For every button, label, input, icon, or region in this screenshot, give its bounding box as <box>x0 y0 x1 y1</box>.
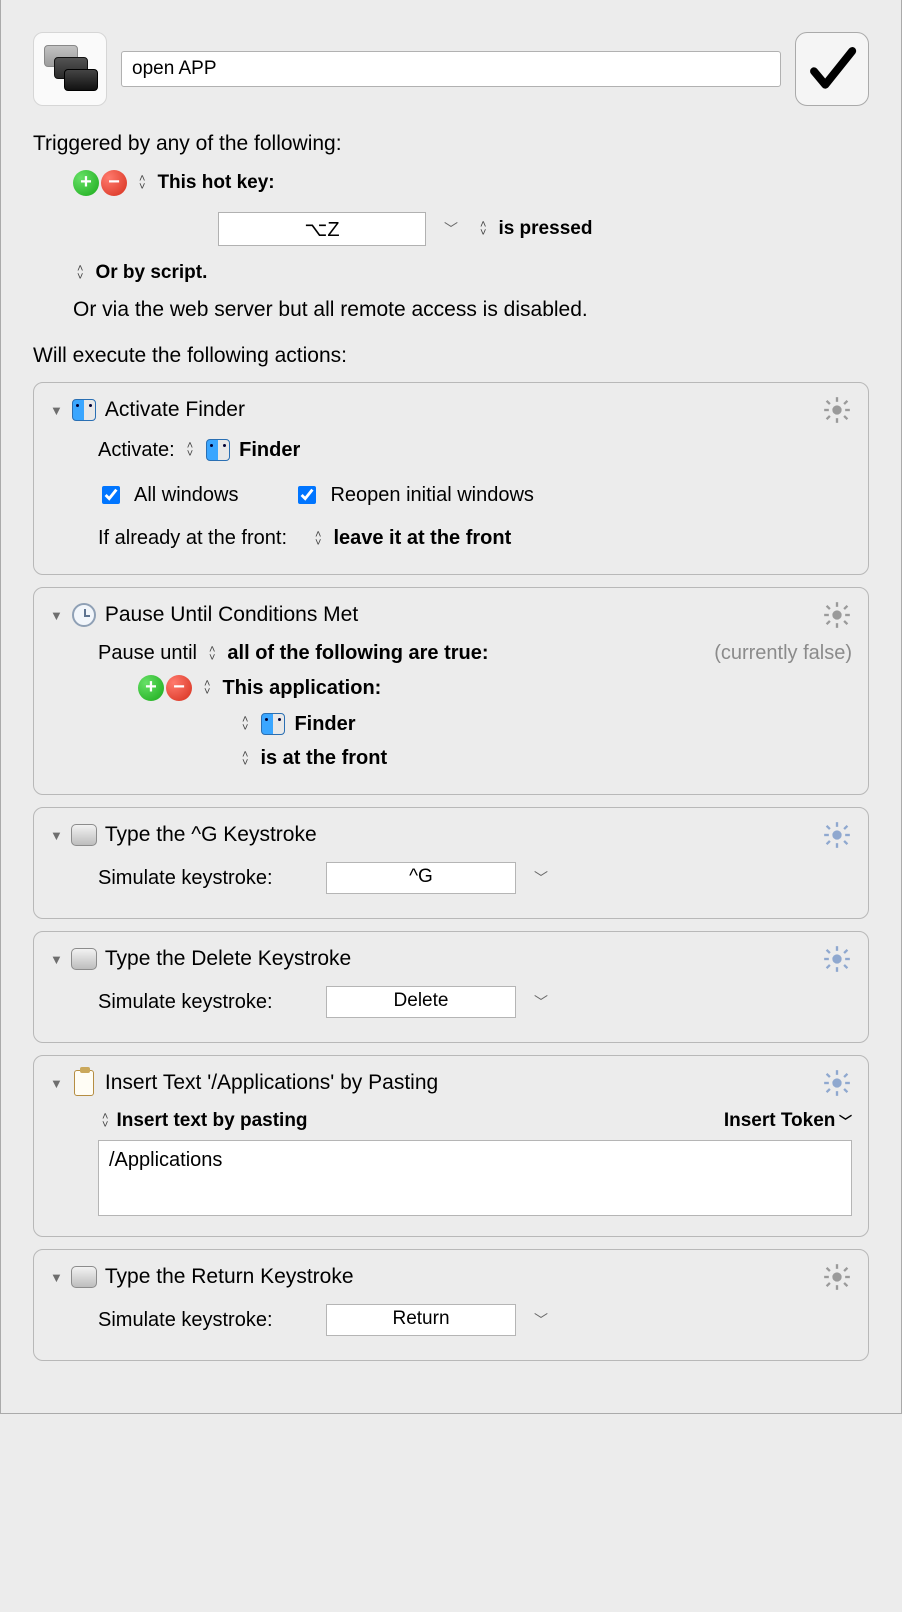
action-title: Type the Return Keystroke <box>105 1265 354 1289</box>
trigger-hotkey-label: This hot key: <box>157 172 274 194</box>
or-web-label: Or via the web server but all remote acc… <box>73 298 869 322</box>
action-title: Activate Finder <box>105 398 245 422</box>
gear-icon <box>823 945 851 973</box>
reopen-windows-label: Reopen initial windows <box>330 484 533 507</box>
activate-app-stepper[interactable]: ˄˅ <box>187 442 193 458</box>
actions-heading: Will execute the following actions: <box>33 344 869 368</box>
disclosure-triangle-icon[interactable]: ▼ <box>50 828 63 843</box>
action-settings-button[interactable] <box>822 1068 852 1098</box>
keystroke-more-button[interactable]: ﹀ <box>534 1310 548 1330</box>
action-activate-finder[interactable]: ▼ Activate Finder Activate: ˄˅ Finder <box>33 382 869 575</box>
clipboard-icon <box>71 1070 97 1096</box>
action-type-ctrl-g[interactable]: ▼ Type the ^G Keystroke Simulate keystro… <box>33 807 869 919</box>
condition-state-stepper[interactable]: ˄˅ <box>242 751 248 767</box>
macro-editor-window: Triggered by any of the following: + − ˄… <box>0 0 902 1414</box>
keystroke-field[interactable]: ^G <box>326 862 516 894</box>
action-insert-text[interactable]: ▼ Insert Text '/Applications' by Pasting… <box>33 1055 869 1237</box>
triggers-heading: Triggered by any of the following: <box>33 132 869 156</box>
action-title: Type the ^G Keystroke <box>105 823 317 847</box>
pause-mode-value: all of the following are true: <box>227 642 488 665</box>
action-settings-button[interactable] <box>822 820 852 850</box>
gear-icon <box>823 821 851 849</box>
insert-method-label: Insert text by pasting <box>116 1110 307 1132</box>
condition-state-value: is at the front <box>260 747 387 770</box>
simulate-keystroke-label: Simulate keystroke: <box>98 991 318 1014</box>
all-windows-checkbox[interactable]: All windows <box>98 483 238 507</box>
gear-icon <box>823 396 851 424</box>
action-settings-button[interactable] <box>822 1262 852 1292</box>
reopen-windows-checkbox[interactable]: Reopen initial windows <box>294 483 533 507</box>
hotkey-state-stepper[interactable]: ˄˅ <box>480 221 486 237</box>
condition-type-stepper[interactable]: ˄˅ <box>204 680 210 696</box>
disclosure-triangle-icon[interactable]: ▼ <box>50 1270 63 1285</box>
finder-icon <box>71 397 97 423</box>
remove-trigger-button[interactable]: − <box>101 170 127 196</box>
activate-app-name: Finder <box>239 439 300 462</box>
hotkey-more-button[interactable]: ﹀ <box>444 219 458 239</box>
add-trigger-button[interactable]: + <box>73 170 99 196</box>
or-script-stepper[interactable]: ˄˅ <box>77 265 83 281</box>
condition-app-name: Finder <box>294 713 355 736</box>
action-title: Pause Until Conditions Met <box>105 603 358 627</box>
insert-method-stepper[interactable]: ˄˅ <box>102 1113 108 1129</box>
keystroke-field[interactable]: Delete <box>326 986 516 1018</box>
trigger-block: + − ˄˅ This hot key: ⌥Z ﹀ ˄˅ is pressed <box>73 170 869 246</box>
pause-status: (currently false) <box>714 642 852 665</box>
action-type-return[interactable]: ▼ Type the Return Keystroke Simulate key… <box>33 1249 869 1361</box>
condition-app-stepper[interactable]: ˄˅ <box>242 716 248 732</box>
remove-condition-button[interactable]: − <box>166 675 192 701</box>
add-condition-button[interactable]: + <box>138 675 164 701</box>
activate-label: Activate: <box>98 439 175 462</box>
key-icon <box>71 822 97 848</box>
action-type-delete[interactable]: ▼ Type the Delete Keystroke Simulate key… <box>33 931 869 1043</box>
trigger-type-stepper[interactable]: ˄˅ <box>139 175 145 191</box>
macro-title-input[interactable] <box>121 51 781 87</box>
macro-icon[interactable] <box>33 32 107 106</box>
simulate-keystroke-label: Simulate keystroke: <box>98 1309 318 1332</box>
if-front-value: leave it at the front <box>333 527 511 550</box>
all-windows-label: All windows <box>134 484 238 507</box>
action-settings-button[interactable] <box>822 600 852 630</box>
pause-until-label: Pause until <box>98 642 197 665</box>
gear-icon <box>823 1263 851 1291</box>
condition-type-label: This application: <box>222 677 381 700</box>
keystroke-more-button[interactable]: ﹀ <box>534 992 548 1012</box>
macro-header <box>33 32 869 106</box>
action-title: Insert Text '/Applications' by Pasting <box>105 1071 438 1095</box>
hotkey-state-label: is pressed <box>498 218 592 240</box>
disclosure-triangle-icon[interactable]: ▼ <box>50 952 63 967</box>
if-front-stepper[interactable]: ˄˅ <box>315 531 321 547</box>
checkmark-icon <box>805 42 859 96</box>
macro-enabled-toggle[interactable] <box>795 32 869 106</box>
insert-token-button[interactable]: Insert Token ﹀ <box>724 1110 852 1132</box>
insert-text-field[interactable] <box>98 1140 852 1216</box>
keystroke-more-button[interactable]: ﹀ <box>534 868 548 888</box>
action-pause-until[interactable]: ▼ Pause Until Conditions Met Pause until… <box>33 587 869 795</box>
key-icon <box>71 946 97 972</box>
gear-icon <box>823 1069 851 1097</box>
key-icon <box>71 1264 97 1290</box>
action-title: Type the Delete Keystroke <box>105 947 351 971</box>
hotkey-field[interactable]: ⌥Z <box>218 212 426 246</box>
action-settings-button[interactable] <box>822 395 852 425</box>
if-front-label: If already at the front: <box>98 527 287 550</box>
pause-mode-stepper[interactable]: ˄˅ <box>209 646 215 662</box>
finder-icon <box>205 437 231 463</box>
disclosure-triangle-icon[interactable]: ▼ <box>50 608 63 623</box>
keystroke-field[interactable]: Return <box>326 1304 516 1336</box>
or-script-label: Or by script. <box>95 262 207 284</box>
gear-icon <box>823 601 851 629</box>
simulate-keystroke-label: Simulate keystroke: <box>98 867 318 890</box>
finder-icon <box>260 711 286 737</box>
disclosure-triangle-icon[interactable]: ▼ <box>50 1076 63 1091</box>
disclosure-triangle-icon[interactable]: ▼ <box>50 403 63 418</box>
action-settings-button[interactable] <box>822 944 852 974</box>
clock-icon <box>71 602 97 628</box>
